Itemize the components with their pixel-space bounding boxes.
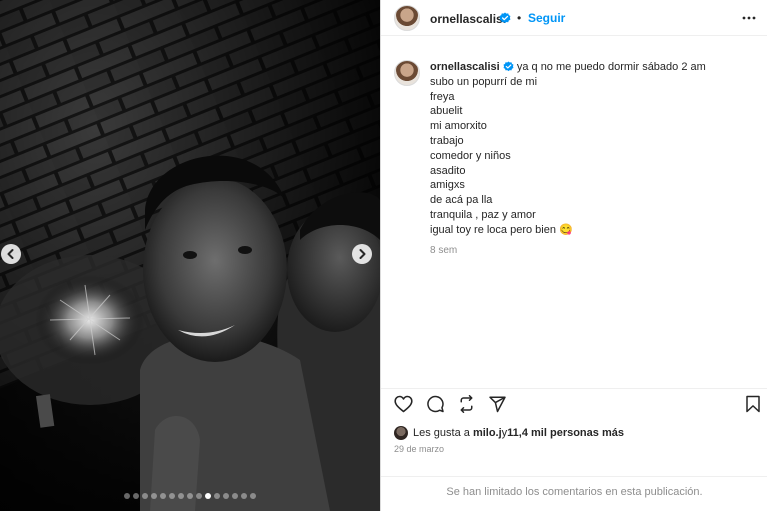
caption-first-text: ya q no me puedo dormir sábado 2 am — [516, 61, 706, 73]
caption-line: freya — [430, 90, 455, 103]
chevron-right-icon — [359, 249, 366, 259]
post-date[interactable]: 29 de marzo — [394, 444, 444, 454]
likes-prefix: Les gusta a — [413, 427, 470, 439]
caption-line: abuelit — [430, 105, 463, 118]
header-separator: • — [517, 11, 522, 25]
post-header: ornellascalisi • Seguir — [381, 0, 767, 36]
caption-avatar[interactable] — [394, 60, 420, 86]
more-options-icon[interactable] — [742, 11, 756, 25]
caption-line: amigxs — [430, 179, 465, 192]
carousel-dot — [223, 493, 229, 499]
carousel-dot — [169, 493, 175, 499]
caption-line: comedor y niños — [430, 149, 511, 162]
caption-time-ago[interactable]: 8 sem — [430, 244, 750, 259]
share-icon[interactable] — [457, 395, 476, 413]
caption-line: de acá pa lla — [430, 194, 493, 207]
carousel-dot — [151, 493, 157, 499]
carousel-next-button[interactable] — [352, 244, 372, 264]
follow-button[interactable]: Seguir — [528, 11, 565, 25]
carousel-prev-button[interactable] — [1, 244, 21, 264]
carousel-indicator — [0, 493, 380, 499]
caption-line: mi amorxito — [430, 120, 487, 133]
carousel-dot — [214, 493, 220, 499]
carousel-dot — [124, 493, 130, 499]
caption-line: igual toy re loca pero bien 😋 — [430, 223, 573, 236]
carousel-dot-active — [205, 493, 211, 499]
caption-lines: subo un popurrí de mi freya abuelit mi amor… — [430, 75, 750, 238]
comments-limited-notice: Se han limitado los comentarios en esta … — [381, 476, 767, 511]
caption-text: ornellascalisi ya q no me puedo dormir s… — [430, 60, 750, 258]
post-photo[interactable] — [0, 0, 380, 511]
comment-icon[interactable] — [426, 395, 445, 413]
likes-user[interactable]: milo.j — [473, 427, 502, 439]
caption-line: tranquila , paz y amor — [430, 208, 536, 221]
caption-line: trabajo — [430, 134, 464, 147]
verified-badge-icon — [503, 61, 514, 72]
carousel-dot — [142, 493, 148, 499]
carousel-dot — [187, 493, 193, 499]
bookmark-icon[interactable] — [745, 395, 761, 413]
likes-summary[interactable]: Les gusta a milo.j y 11,4 mil personas m… — [394, 424, 624, 442]
send-icon[interactable] — [488, 395, 507, 413]
photo-image — [0, 0, 380, 511]
caption-username[interactable]: ornellascalisi — [430, 61, 500, 73]
caption-first-line: ornellascalisi ya q no me puedo dormir s… — [430, 60, 750, 75]
heart-icon[interactable] — [394, 395, 413, 413]
likes-count[interactable]: 11,4 mil personas más — [507, 427, 624, 439]
verified-badge-icon — [499, 12, 511, 24]
chevron-left-icon — [7, 249, 14, 259]
caption-line: asadito — [430, 164, 466, 177]
carousel-dot — [133, 493, 139, 499]
post-actions — [381, 388, 767, 418]
carousel-dot — [241, 493, 247, 499]
carousel-dot — [232, 493, 238, 499]
carousel-dot — [196, 493, 202, 499]
carousel-dot — [250, 493, 256, 499]
header-username[interactable]: ornellascalisi — [430, 12, 506, 26]
post-details: ornellascalisi • Seguir ornellascalisi y… — [380, 0, 767, 511]
post-caption: ornellascalisi ya q no me puedo dormir s… — [394, 58, 754, 388]
avatar[interactable] — [394, 5, 420, 31]
carousel-dot — [178, 493, 184, 499]
liker-avatar — [394, 426, 408, 440]
carousel-dot — [160, 493, 166, 499]
caption-line: subo un popurrí de mi — [430, 75, 538, 88]
